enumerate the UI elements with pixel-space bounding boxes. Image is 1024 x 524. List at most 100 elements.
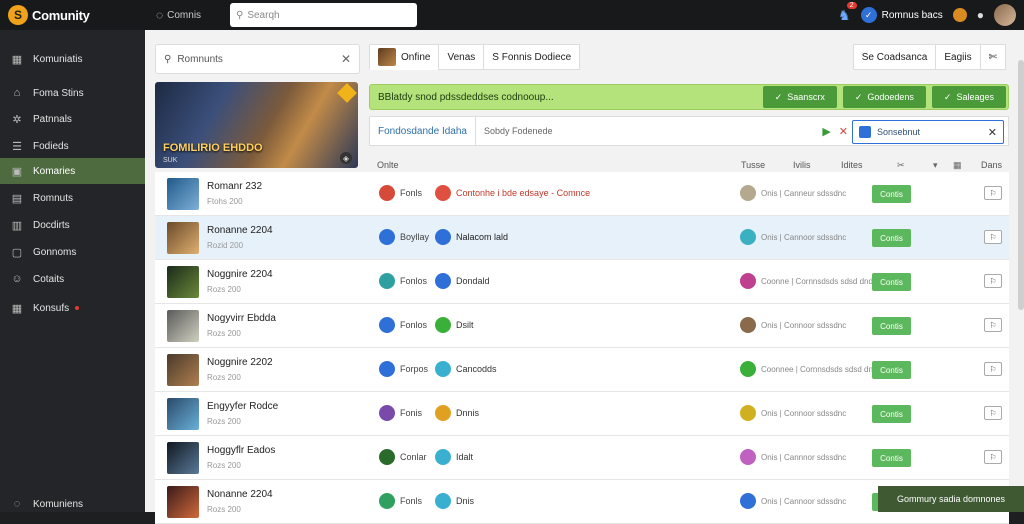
banner-action-button-0[interactable]: ✓ Saanscrx [762, 86, 837, 108]
top-nav-item[interactable]: ◌ Comnis [156, 8, 201, 22]
row-status: Onis | Cannoor sdssdnc [740, 493, 846, 509]
banner-subtitle: SUK [163, 157, 178, 164]
row-title[interactable]: Romanr 232 [207, 181, 262, 192]
play-icon[interactable]: ▶ [822, 125, 830, 138]
column-header[interactable]: Onlte [377, 160, 399, 170]
row-detail: Dnis [435, 493, 474, 509]
tab-dodiece[interactable]: S Fonnis Dodiece [483, 44, 581, 70]
community-icon: ◌ [13, 498, 21, 510]
clear-icon[interactable]: ✕ [988, 126, 997, 139]
row-title[interactable]: Hoggyflr Eados [207, 445, 275, 456]
table-row[interactable]: Noggnire 2204 Rozs 200 Fonlos Dondald Co… [155, 260, 1009, 304]
close-icon[interactable]: ✕ [839, 125, 848, 138]
sidebar-item-6[interactable]: ▥ Docdirts [0, 212, 145, 238]
sidebar-item-0[interactable]: ▦ Komuniatis [0, 46, 145, 72]
row-action-button[interactable]: Contis [872, 449, 911, 467]
search-input[interactable]: ⚲ Searqh [230, 3, 417, 27]
filter-select[interactable]: Sonsebnut ✕ [852, 120, 1004, 144]
sidebar-item-8[interactable]: ☺ Cotaits [0, 266, 145, 292]
row-type-label: Fonlos [400, 276, 428, 286]
sidebar-item-label: Cotaits [33, 273, 65, 285]
clear-icon[interactable]: ✕ [341, 52, 351, 66]
column-header[interactable]: Ivilis [793, 160, 811, 170]
table-row[interactable]: Nogyvirr Ebdda Rozs 200 Fonlos Dsilt Oni… [155, 304, 1009, 348]
community-search-input[interactable]: ⚲ Romnunts ✕ [155, 44, 360, 74]
filter-link[interactable]: Fondosdande Idaha [370, 117, 476, 145]
row-title[interactable]: Engyyfer Rodce [207, 401, 278, 412]
avatar[interactable] [994, 4, 1016, 26]
sidebar-item-2[interactable]: ✲ Patnnals [0, 106, 145, 132]
coin-icon[interactable] [952, 8, 967, 22]
tab-eagiis[interactable]: Eagiis [935, 44, 981, 70]
user-menu[interactable]: ✓ Romnus bacs [860, 7, 943, 23]
table-row[interactable]: Romanr 232 Ftohs 200 Fonls Contonhe i bd… [155, 172, 1009, 216]
row-title[interactable]: Noggnire 2202 [207, 357, 273, 368]
tab-label: Onfine [401, 51, 431, 63]
sidebar-item-4[interactable]: ▣ Komaries [0, 158, 145, 184]
tab-online[interactable]: Onfine [369, 44, 440, 70]
column-header[interactable]: Dans [981, 160, 1002, 170]
row-status: Onis | Canneur sdssdnc [740, 185, 846, 201]
monitor-icon: ▢ [11, 246, 23, 259]
row-subtitle: Ftohs 200 [207, 197, 243, 206]
column-header[interactable]: Idites [841, 160, 863, 170]
row-action-button[interactable]: Contis [872, 229, 911, 247]
table-row[interactable]: Hoggyflr Eados Rozs 200 Conlar Idalt Oni… [155, 436, 1009, 480]
table-row[interactable]: Ronanne 2204 Rozid 200 Boyllay Nalacom l… [155, 216, 1009, 260]
tab-coadsanca[interactable]: Se Coadsanca [852, 44, 937, 70]
tools-button[interactable]: ✄ [979, 44, 1006, 70]
flag-icon[interactable]: ⚐ [984, 450, 1002, 464]
sidebar-item-5[interactable]: ▤ Romnuts [0, 185, 145, 211]
row-subtitle: Rozs 200 [207, 285, 241, 294]
flag-icon[interactable]: ⚐ [984, 318, 1002, 332]
flag-icon[interactable]: ⚐ [984, 362, 1002, 376]
flag-icon[interactable]: ⚐ [984, 186, 1002, 200]
sort-icon[interactable]: ✂ [897, 160, 905, 171]
row-title[interactable]: Ronanne 2204 [207, 225, 273, 236]
row-action-button[interactable]: Contis [872, 405, 911, 423]
row-action-button[interactable]: Contis [872, 185, 911, 203]
table-row[interactable]: Engyyfer Rodce Rozs 200 Fonis Dnnis Onis… [155, 392, 1009, 436]
sidebar-item-9[interactable]: ▦ Konsufs [0, 295, 145, 321]
bell-icon[interactable]: ● [977, 8, 984, 22]
flag-icon[interactable]: ⚐ [984, 406, 1002, 420]
row-detail: Cancodds [435, 361, 497, 377]
notifications-button[interactable]: ♞ 2 [838, 1, 857, 24]
row-title[interactable]: Nonanne 2204 [207, 489, 273, 500]
row-action-button[interactable]: Contis [872, 317, 911, 335]
row-title[interactable]: Noggnire 2204 [207, 269, 273, 280]
toast-notification[interactable]: Gommury sadia domnones [878, 486, 1024, 512]
featured-banner[interactable]: FOMILIRIO EHDDO SUK ◈ [155, 82, 358, 168]
columns-icon[interactable]: ▦ [953, 160, 962, 171]
check-icon: ✓ [854, 91, 863, 102]
column-header[interactable]: Tusse [741, 160, 765, 170]
row-action-button[interactable]: Contis [872, 273, 911, 291]
sidebar-item-1[interactable]: ⌂ Foma Stins [0, 80, 145, 106]
banner-action-button-2[interactable]: ✓ Saleages [931, 86, 1006, 108]
row-subtitle: Rozs 200 [207, 505, 241, 514]
row-type: Boyllay [379, 229, 429, 245]
scrollbar[interactable] [1018, 60, 1024, 310]
tab-venas[interactable]: Venas [438, 44, 485, 70]
sidebar-footer[interactable]: ◌ Komuniens [0, 491, 145, 517]
row-detail-label: Dsilt [456, 320, 474, 330]
row-status: Onis | Cannnor sdssdnc [740, 449, 846, 465]
sidebar-item-7[interactable]: ▢ Gonnoms [0, 239, 145, 265]
chevron-down-icon[interactable]: ▾ [933, 160, 938, 171]
flag-icon[interactable]: ⚐ [984, 274, 1002, 288]
button-label: Godoedens [867, 92, 914, 102]
row-title[interactable]: Nogyvirr Ebdda [207, 313, 276, 324]
table-row[interactable]: Noggnire 2202 Rozs 200 Forpos Cancodds C… [155, 348, 1009, 392]
sidebar-item-3[interactable]: ☰ Fodieds [0, 133, 145, 159]
flag-icon[interactable]: ⚐ [984, 230, 1002, 244]
app-logo[interactable]: S Comunity [0, 5, 150, 25]
type-icon [379, 273, 395, 289]
tile-icon: ▣ [11, 165, 23, 178]
top-bar: S Comunity ◌ Comnis ⚲ Searqh ♞ 2 ✓ Romnu… [0, 0, 1024, 30]
row-action-button[interactable]: Contis [872, 361, 911, 379]
row-type-label: Boyllay [400, 232, 430, 242]
row-thumbnail [167, 442, 199, 474]
type-icon [379, 229, 395, 245]
row-thumbnail [167, 178, 199, 210]
banner-action-button-1[interactable]: ✓ Godoedens [842, 86, 926, 108]
